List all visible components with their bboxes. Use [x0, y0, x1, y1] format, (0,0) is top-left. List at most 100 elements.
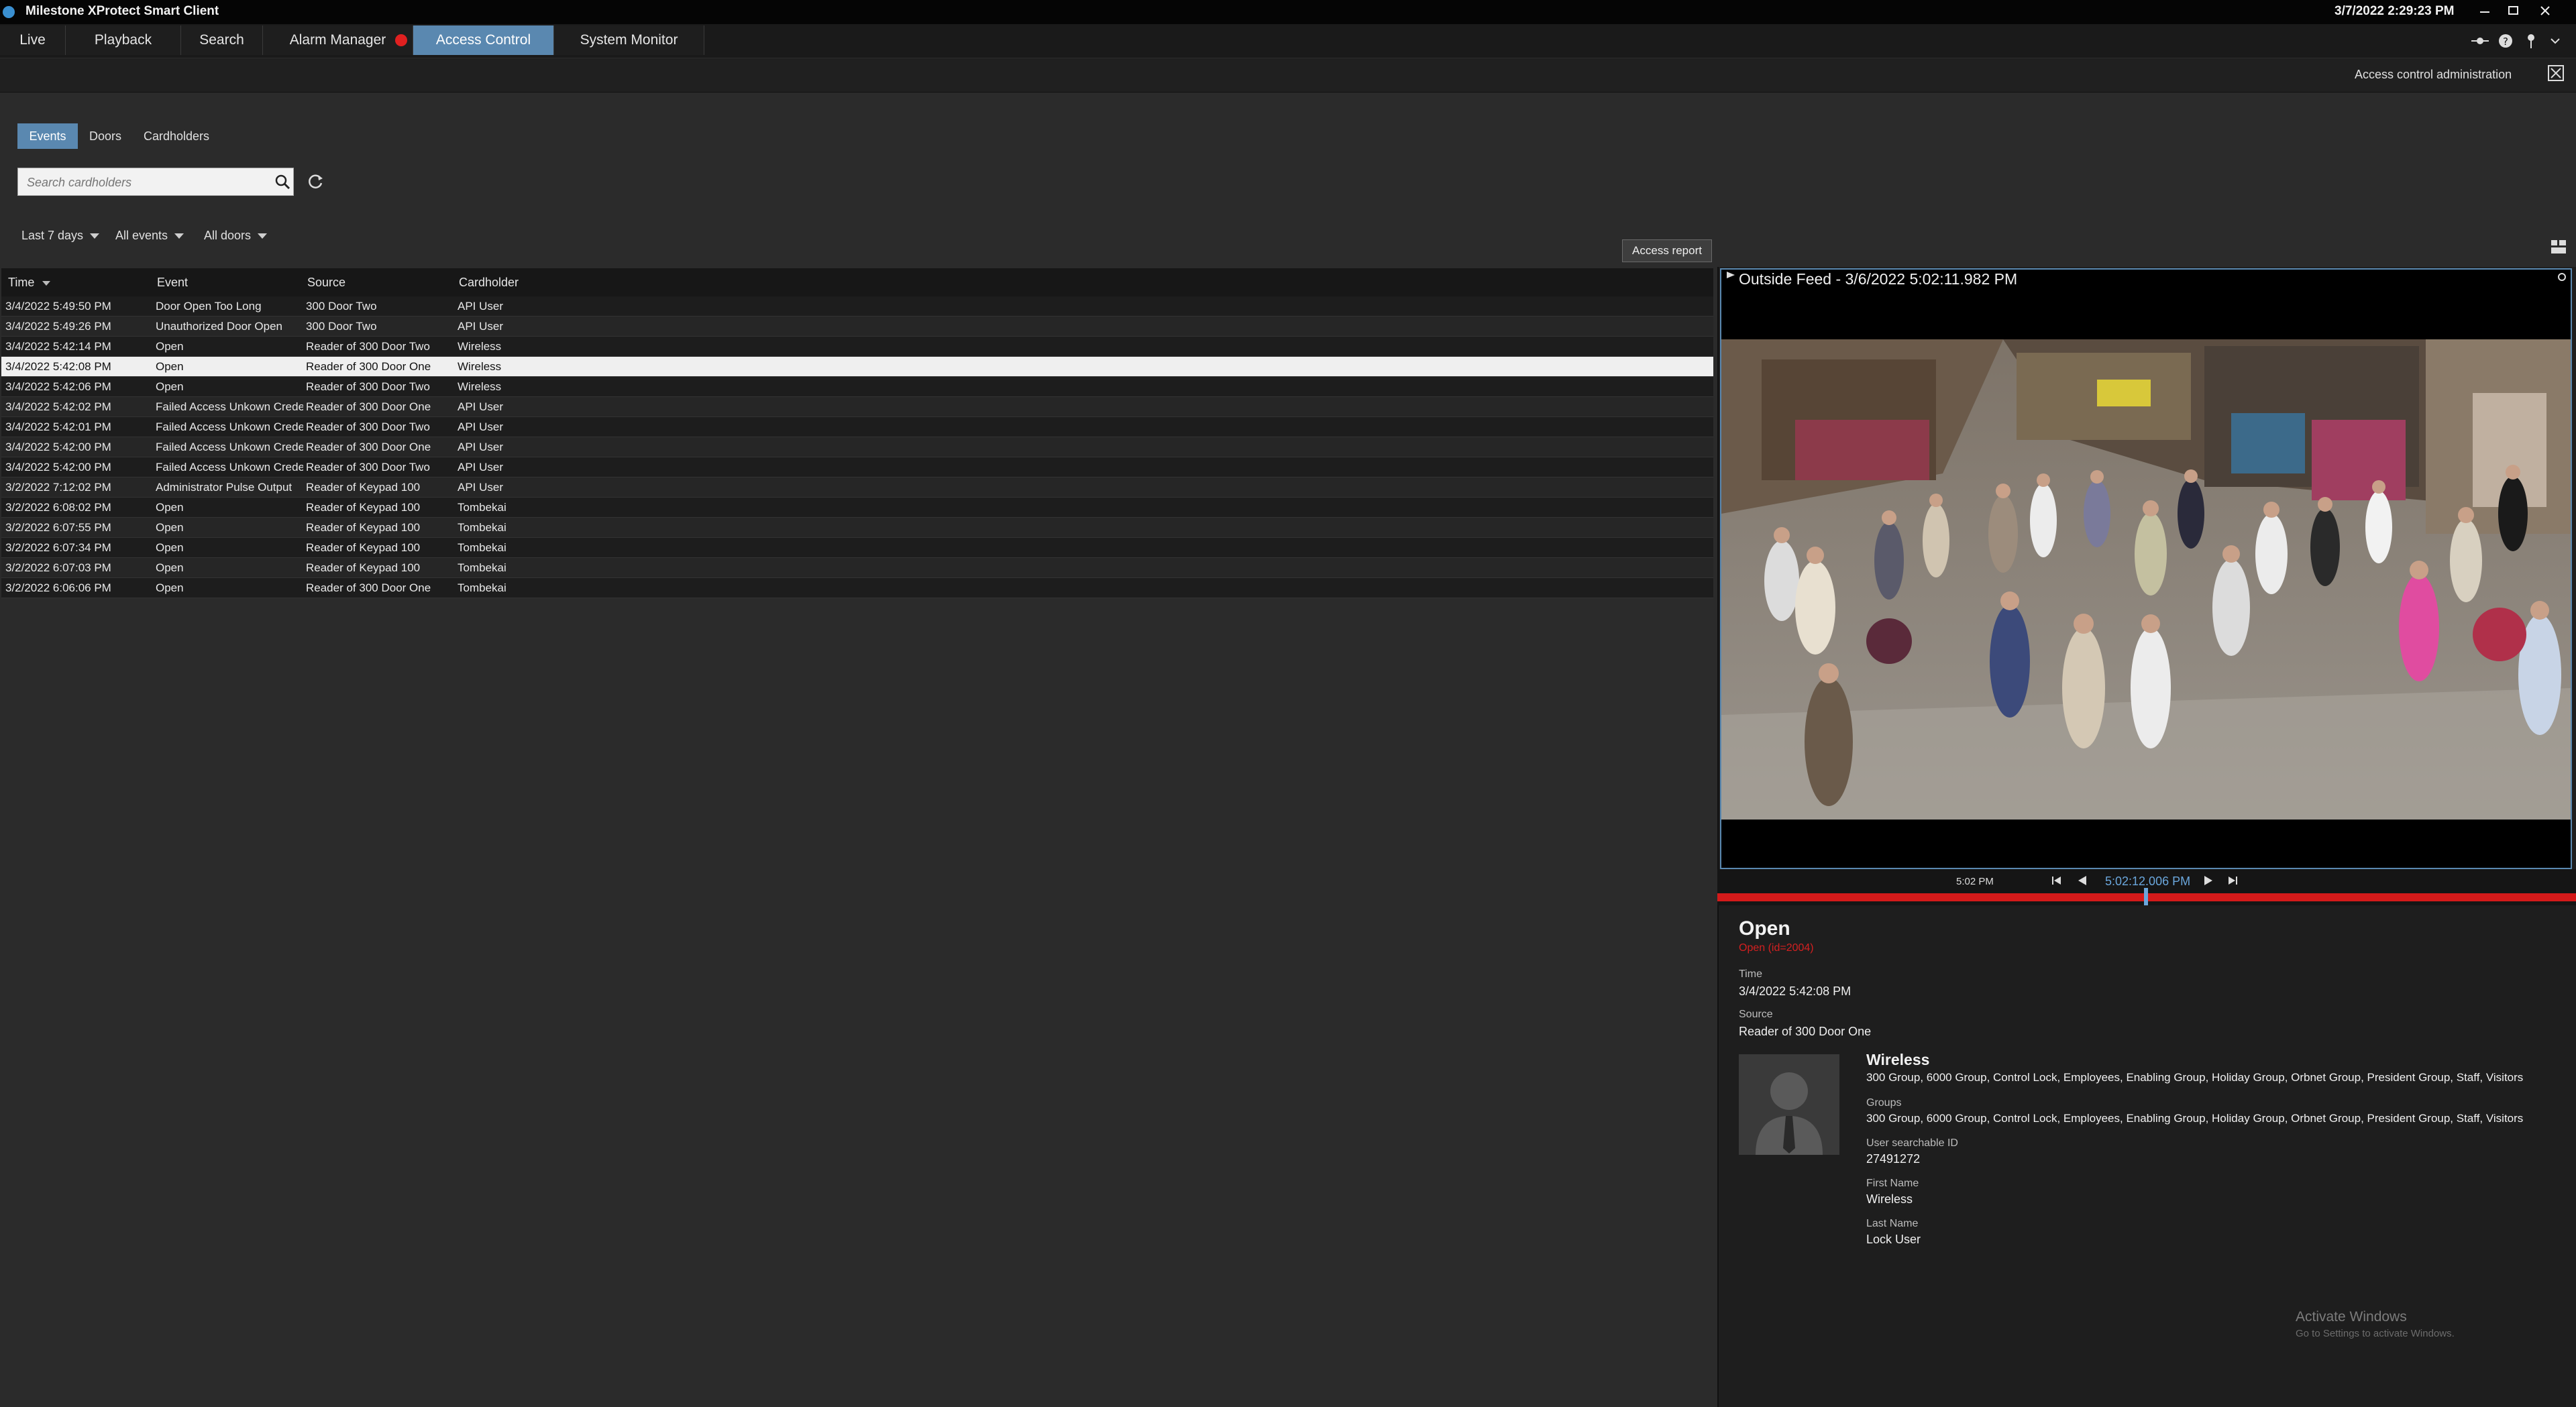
cell-event: Door Open Too Long — [156, 300, 262, 313]
cell-event: Open — [156, 340, 184, 353]
subtab-doors[interactable]: Doors — [82, 123, 129, 149]
table-row[interactable]: 3/4/2022 5:42:00 PM Failed Access Unkown … — [1, 437, 1713, 457]
events-table: Time Event Source Cardholder 3/4/2022 5:… — [1, 268, 1713, 598]
camera-settings-icon[interactable] — [2556, 271, 2568, 283]
svg-text:?: ? — [2503, 36, 2508, 48]
table-row[interactable]: 3/4/2022 5:42:14 PM Open Reader of 300 Doo… — [1, 337, 1713, 357]
help-icon[interactable]: ? — [2494, 30, 2517, 52]
cell-cardholder: API User — [458, 441, 504, 453]
cell-cardholder: Tombekai — [458, 501, 506, 514]
cell-time: 3/2/2022 6:06:06 PM — [5, 581, 111, 594]
table-row[interactable]: 3/2/2022 6:07:03 PM Open Reader of Keypad … — [1, 558, 1713, 578]
search-icon[interactable] — [272, 172, 292, 192]
table-row[interactable]: 3/4/2022 5:49:26 PM Unauthorized Door Ope… — [1, 317, 1713, 337]
chevron-down-icon — [90, 233, 100, 239]
cell-cardholder: API User — [458, 420, 504, 433]
tab-system-monitor[interactable]: System Monitor — [554, 25, 704, 55]
cell-event: Failed Access Unkown Credential — [156, 420, 303, 433]
chevron-down-icon — [174, 233, 184, 239]
skip-to-start-icon[interactable] — [2049, 873, 2065, 889]
cell-event: Failed Access Unkown Credential — [156, 461, 303, 473]
table-row[interactable]: 3/4/2022 5:42:01 PM Failed Access Unkown … — [1, 417, 1713, 437]
events-filter[interactable]: All events — [115, 224, 184, 247]
cardholder-name: Wireless — [1866, 1051, 1930, 1068]
refresh-icon[interactable] — [305, 170, 326, 192]
cell-cardholder: Tombekai — [458, 561, 506, 574]
subtab-cardholders[interactable]: Cardholders — [138, 123, 215, 149]
cell-source: Reader of 300 Door Two — [306, 340, 430, 353]
column-header-source[interactable]: Source — [307, 276, 345, 290]
alarm-badge-icon — [395, 34, 407, 46]
table-row[interactable]: 3/2/2022 6:07:34 PM Open Reader of Keypad … — [1, 538, 1713, 558]
tab-search[interactable]: Search — [181, 25, 263, 55]
column-header-cardholder[interactable]: Cardholder — [459, 276, 519, 290]
cell-event: Failed Access Unkown Credential — [156, 400, 303, 413]
cell-time: 3/4/2022 5:42:00 PM — [5, 461, 111, 473]
cell-event: Open — [156, 501, 184, 514]
cell-event: Open — [156, 581, 184, 594]
table-row[interactable]: 3/4/2022 5:42:06 PM Open Reader of 300 Doo… — [1, 377, 1713, 397]
table-row[interactable]: 3/2/2022 7:12:02 PM Administrator Pulse O… — [1, 477, 1713, 498]
table-row[interactable]: 3/4/2022 5:42:02 PM Failed Access Unkown … — [1, 397, 1713, 417]
access-control-admin-link[interactable]: Access control administration — [2355, 68, 2512, 82]
cardholder-summary: 300 Group, 6000 Group, Control Lock, Emp… — [1866, 1071, 2524, 1084]
cell-time: 3/2/2022 6:07:55 PM — [5, 521, 111, 534]
cell-time: 3/4/2022 5:42:06 PM — [5, 380, 111, 393]
close-button[interactable] — [2529, 0, 2561, 23]
skip-to-end-icon[interactable] — [2224, 873, 2241, 889]
cell-source: Reader of 300 Door Two — [306, 380, 430, 393]
play-reverse-icon[interactable] — [2074, 873, 2090, 889]
cell-event: Administrator Pulse Output — [156, 481, 292, 494]
tab-access-control[interactable]: Access Control — [413, 25, 554, 55]
cell-cardholder: API User — [458, 320, 504, 333]
tab-live[interactable]: Live — [0, 25, 66, 55]
table-row[interactable]: 3/4/2022 5:42:08 PM Open Reader of 300 Doo… — [1, 357, 1713, 377]
column-header-time[interactable]: Time — [8, 276, 51, 290]
chevron-down-icon[interactable] — [2544, 30, 2567, 52]
fullscreen-icon[interactable] — [2546, 64, 2565, 82]
table-row[interactable]: 3/4/2022 5:49:50 PM Door Open Too Long 300… — [1, 296, 1713, 317]
window-title: Milestone XProtect Smart Client — [25, 4, 219, 18]
first-name-label: First Name — [1866, 1178, 1919, 1189]
cell-time: 3/2/2022 6:08:02 PM — [5, 501, 111, 514]
search-input[interactable] — [25, 170, 270, 194]
period-filter[interactable]: Last 7 days — [21, 224, 100, 247]
cell-source: Reader of 300 Door One — [306, 360, 431, 373]
subtab-events[interactable]: Events — [17, 123, 78, 149]
cell-cardholder: API User — [458, 461, 504, 473]
table-row[interactable]: 3/2/2022 6:07:55 PM Open Reader of Keypad … — [1, 518, 1713, 538]
access-report-button[interactable]: Access report — [1622, 239, 1712, 262]
column-header-event[interactable]: Event — [157, 276, 188, 290]
cell-source: Reader of 300 Door One — [306, 581, 431, 594]
time-label: Time — [1739, 968, 1762, 980]
cell-event: Failed Access Unkown Credential — [156, 441, 303, 453]
network-icon[interactable] — [2469, 30, 2491, 52]
layout-icon[interactable] — [2549, 237, 2568, 256]
maximize-button[interactable] — [2497, 0, 2529, 23]
cell-time: 3/2/2022 6:07:34 PM — [5, 541, 111, 554]
cell-time: 3/2/2022 6:07:03 PM — [5, 561, 111, 574]
table-row[interactable]: 3/2/2022 6:08:02 PM Open Reader of Keypad … — [1, 498, 1713, 518]
tab-playback[interactable]: Playback — [66, 25, 181, 55]
cell-event: Open — [156, 541, 184, 554]
cell-cardholder: Wireless — [458, 380, 502, 393]
table-row[interactable]: 3/2/2022 6:06:06 PM Open Reader of 300 Doo… — [1, 578, 1713, 598]
doors-filter[interactable]: All doors — [204, 224, 268, 247]
cell-event: Unauthorized Door Open — [156, 320, 283, 333]
cell-time: 3/4/2022 5:42:14 PM — [5, 340, 111, 353]
timeline-playhead[interactable] — [2144, 888, 2148, 905]
cell-cardholder: API User — [458, 481, 504, 494]
cell-time: 3/4/2022 5:42:00 PM — [5, 441, 111, 453]
table-row[interactable]: 3/4/2022 5:42:00 PM Failed Access Unkown … — [1, 457, 1713, 477]
cell-cardholder: Tombekai — [458, 581, 506, 594]
header-strip — [0, 58, 2576, 93]
pin-icon[interactable] — [2520, 30, 2542, 52]
cell-source: Reader of 300 Door Two — [306, 461, 430, 473]
sort-descending-icon — [42, 280, 51, 286]
tab-alarm-manager[interactable]: Alarm Manager — [263, 25, 413, 55]
cell-source: Reader of 300 Door One — [306, 441, 431, 453]
user-id-label: User searchable ID — [1866, 1137, 1958, 1149]
events-filter-label: All events — [115, 229, 168, 242]
play-forward-icon[interactable] — [2200, 873, 2216, 889]
minimize-button[interactable] — [2469, 0, 2501, 23]
